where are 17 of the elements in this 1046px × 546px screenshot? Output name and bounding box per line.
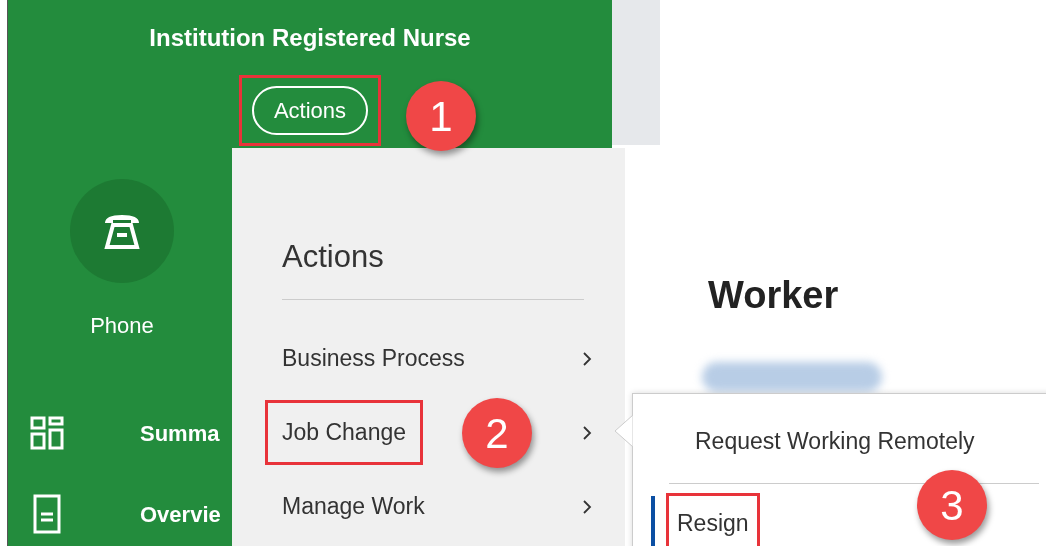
grid-icon: [30, 416, 64, 450]
actions-button[interactable]: Actions: [251, 86, 369, 135]
submenu-item[interactable]: Request Working Remotely: [687, 414, 983, 469]
document-icon: [33, 494, 61, 534]
menu-item[interactable]: Business Process: [268, 329, 479, 388]
chevron-right-icon: [582, 498, 592, 515]
menu-item[interactable]: Job Change: [268, 403, 421, 462]
chevron-right-icon: [582, 350, 592, 367]
worker-heading: Worker: [708, 273, 840, 318]
submenu-item[interactable]: Resign: [669, 495, 757, 546]
phone-label: Phone: [90, 312, 154, 340]
nav-item[interactable]: Summa: [140, 416, 220, 450]
menu-item[interactable]: Manage Work: [268, 477, 439, 536]
job-title: Institution Registered Nurse: [149, 23, 471, 53]
menu-title: Actions: [282, 238, 385, 276]
nav-item[interactable]: Overvie: [140, 497, 221, 531]
chevron-right-icon: [582, 424, 592, 441]
